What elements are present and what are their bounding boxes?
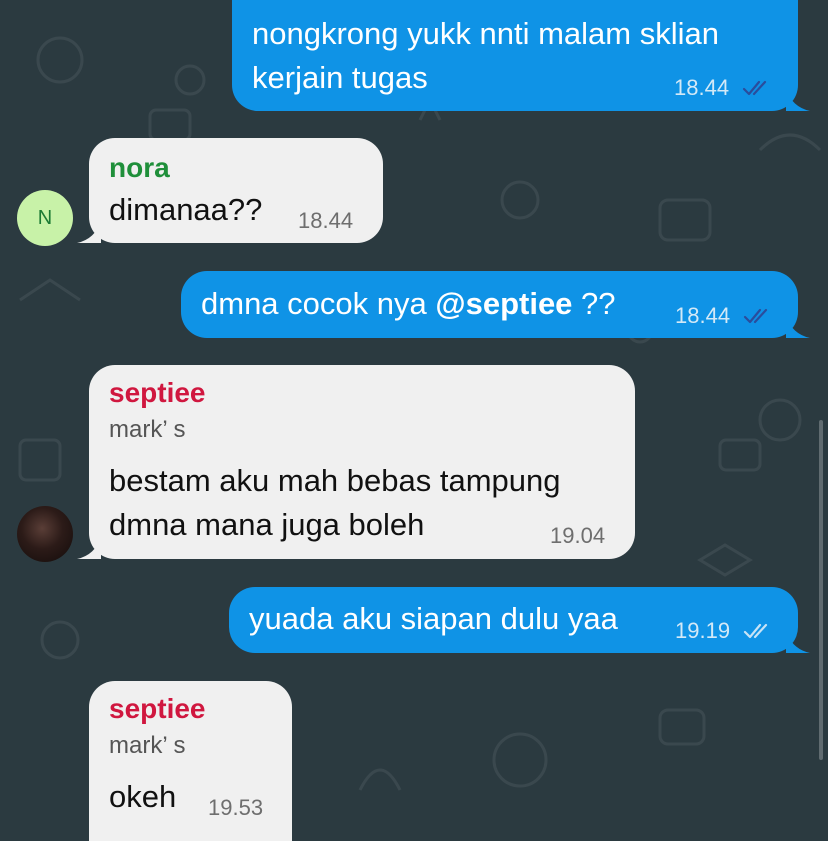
message-text-line: kerjain tugas: [252, 60, 428, 95]
message-text-part: ??: [572, 286, 616, 321]
double-check-icon: [742, 80, 767, 96]
message-time: 19.04: [550, 523, 606, 548]
message-time: 18.44: [674, 75, 730, 100]
incoming-message[interactable]: septiee mark’ s okeh 19.53: [89, 681, 292, 841]
double-check-icon: [743, 308, 768, 324]
sender-subtitle: mark’ s: [109, 732, 186, 759]
message-text-line: nongkrong yukk nnti malam sklian: [252, 16, 719, 51]
double-check-icon: [743, 623, 768, 639]
avatar-initial: N: [37, 207, 53, 229]
message-text-part: dmna cocok nya: [201, 286, 436, 321]
bubble-tail: [77, 221, 101, 243]
message-time: 19.53: [208, 795, 264, 820]
message-time: 18.44: [675, 303, 731, 328]
message-time: 19.19: [675, 618, 731, 643]
message-text: dmna cocok nya @septiee ??: [201, 282, 616, 326]
sender-name[interactable]: septiee: [109, 691, 206, 727]
incoming-message[interactable]: nora dimanaa?? 18.44: [77, 138, 383, 243]
scroll-indicator[interactable]: [819, 420, 823, 760]
outgoing-message[interactable]: dmna cocok nya @septiee ?? 18.44: [181, 271, 810, 338]
sender-name[interactable]: septiee: [109, 375, 206, 411]
message-text-line: dmna mana juga boleh: [109, 507, 425, 542]
sender-subtitle: mark’ s: [109, 416, 186, 443]
message-text: okeh: [109, 779, 177, 814]
avatar-nora[interactable]: N: [17, 190, 73, 246]
outgoing-message[interactable]: nongkrong yukk nnti malam sklian kerjain…: [232, 0, 810, 111]
message-text-line: bestam aku mah bebas tampung: [109, 463, 561, 498]
outgoing-message[interactable]: yuada aku siapan dulu yaa 19.19: [229, 587, 810, 653]
incoming-message[interactable]: septiee mark’ s bestam aku mah bebas tam…: [77, 365, 635, 559]
mention-link[interactable]: @septiee: [435, 286, 572, 321]
bubble-tail: [786, 631, 810, 653]
bubble-tail: [786, 89, 810, 111]
message-text: yuada aku siapan dulu yaa: [249, 601, 618, 636]
message-text: dimanaa??: [109, 192, 263, 227]
chat-message-list[interactable]: nongkrong yukk nnti malam sklian kerjain…: [0, 0, 828, 841]
bubble-tail: [77, 537, 101, 559]
sender-name[interactable]: nora: [109, 150, 170, 186]
avatar-septiee[interactable]: [17, 506, 73, 562]
message-time: 18.44: [298, 208, 354, 233]
bubble-tail: [786, 316, 810, 338]
